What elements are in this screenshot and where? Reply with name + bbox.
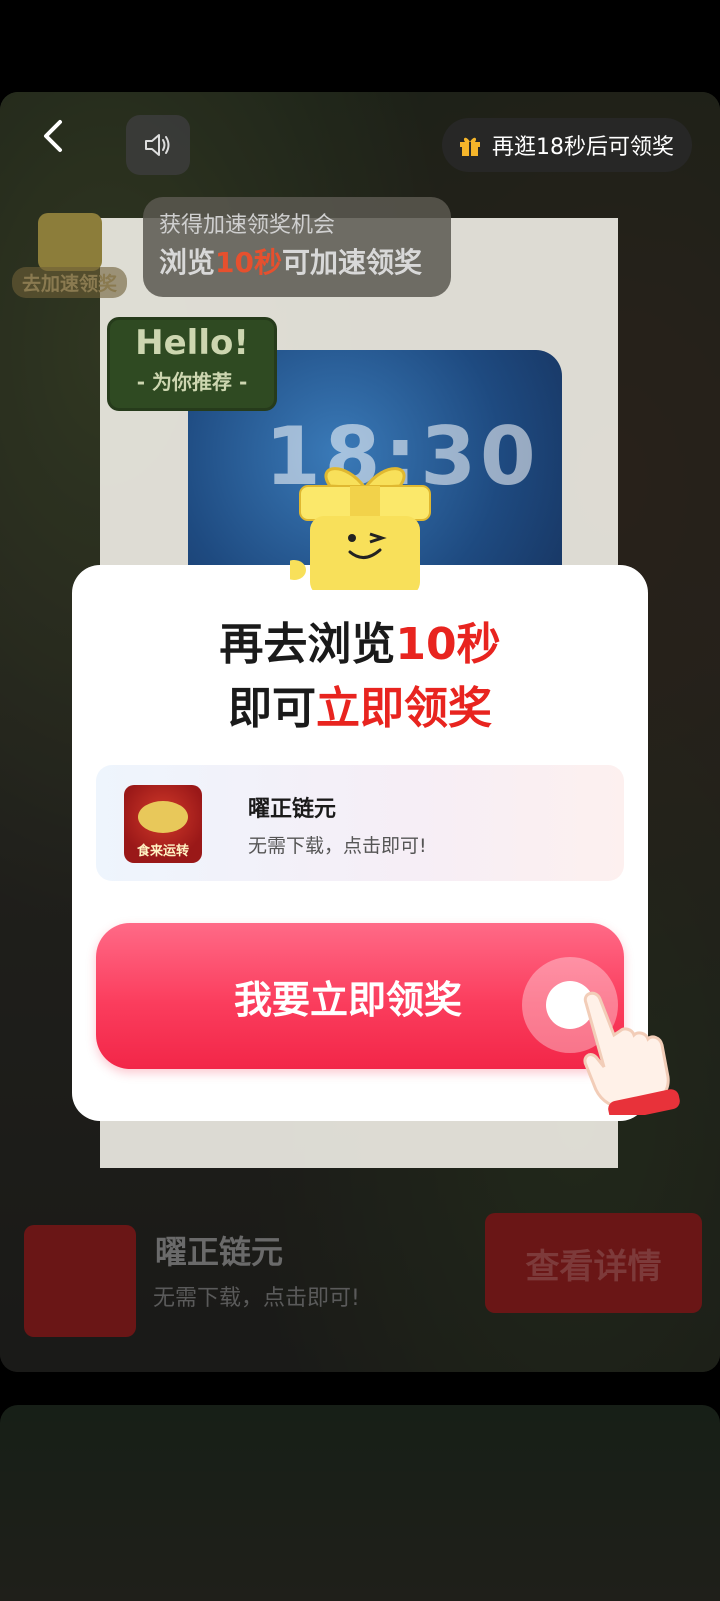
hello-title: Hello!	[135, 323, 249, 363]
modal-title: 再去浏览10秒 即可立即领奖	[72, 613, 648, 741]
claim-reward-label: 我要立即领奖	[234, 977, 463, 1022]
reward-modal: 再去浏览10秒 即可立即领奖 食来运转 曜正链元 无需下载，点击即可! 我要立即…	[72, 565, 648, 1121]
back-arrow-icon[interactable]	[34, 116, 74, 156]
ad-app-subtitle: 无需下载，点击即可!	[153, 1286, 360, 1311]
speed-reward-label: 去加速领奖	[12, 267, 127, 298]
timer-text: 再逛18秒后可领奖	[492, 135, 674, 160]
ad-app-info: 曜正链元 无需下载，点击即可! 查看详情	[0, 1213, 720, 1345]
speed-tip-bubble: 获得加速领奖机会 浏览10秒可加速领奖	[143, 197, 451, 297]
speed-tip-line1: 获得加速领奖机会	[159, 213, 336, 238]
app-icon: 食来运转	[124, 785, 202, 863]
reward-timer-pill: 再逛18秒后可领奖	[442, 118, 692, 172]
sound-button[interactable]	[126, 115, 190, 175]
modal-title-line2: 即可立即领奖	[228, 683, 492, 734]
next-ad-card	[0, 1405, 720, 1601]
app-info-card[interactable]: 食来运转 曜正链元 无需下载，点击即可!	[96, 765, 624, 881]
app-icon-brand: 食来运转	[136, 844, 189, 859]
hello-recommend-badge: Hello! - 为你推荐 -	[107, 317, 277, 411]
gift-box-mascot-icon	[290, 467, 431, 590]
view-details-button[interactable]: 查看详情	[485, 1213, 702, 1313]
gift-icon	[460, 137, 480, 156]
app-name: 曜正链元	[248, 797, 337, 822]
ad-app-name: 曜正链元	[155, 1233, 284, 1271]
ad-app-icon	[24, 1225, 136, 1337]
speed-reward-badge[interactable]: 去加速领奖	[12, 205, 127, 300]
speed-tip-line2: 浏览10秒可加速领奖	[159, 246, 422, 279]
speaker-icon	[145, 134, 170, 156]
gift-box-icon	[38, 213, 102, 271]
pointing-hand-icon	[583, 991, 680, 1115]
modal-title-line1: 再去浏览10秒	[219, 619, 501, 670]
hello-subtitle: - 为你推荐 -	[136, 370, 248, 394]
app-subtitle: 无需下载，点击即可!	[248, 835, 427, 857]
